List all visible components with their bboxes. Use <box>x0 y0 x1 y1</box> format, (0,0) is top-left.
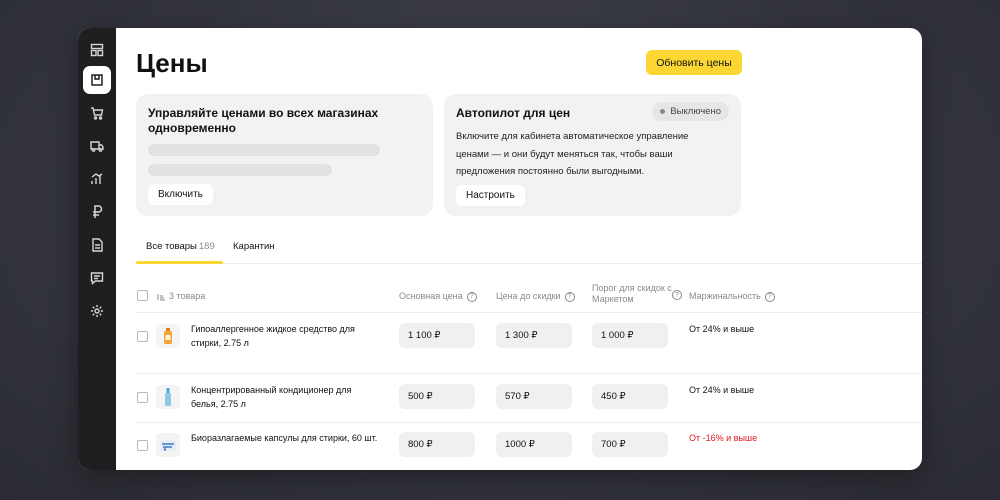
sidebar-item-prices[interactable] <box>83 66 111 94</box>
margin-value: От -16% и выше <box>689 433 758 443</box>
tabs: Все товары 189 Карантин <box>136 237 922 264</box>
autopilot-card-title: Автопилот для цен <box>456 106 571 120</box>
dashboard-icon <box>90 43 104 57</box>
tab-label: Карантин <box>233 241 275 252</box>
chat-icon <box>90 272 104 285</box>
column-label: Основная цена <box>399 291 463 301</box>
selection-count: 3 товара <box>169 291 206 301</box>
column-header-base-price: Основная цена? <box>399 291 477 302</box>
sidebar-item-delivery[interactable] <box>83 132 111 160</box>
column-label: Порог для скидок с Маркетом <box>592 283 672 304</box>
tab-label: Все товары <box>146 241 197 252</box>
column-label: Маржинальность <box>689 291 761 301</box>
box-icon <box>91 74 103 86</box>
margin-value: От 24% и выше <box>689 324 755 334</box>
ruble-icon <box>93 205 103 218</box>
gear-icon <box>91 305 103 317</box>
sidebar-item-analytics[interactable] <box>83 165 111 193</box>
discount-threshold-input[interactable]: 1 000 ₽ <box>592 323 668 348</box>
update-prices-button[interactable]: Обновить цены <box>646 50 742 75</box>
help-icon[interactable]: ? <box>564 291 575 302</box>
enable-button[interactable]: Включить <box>148 184 213 205</box>
help-icon[interactable]: ? <box>672 290 682 300</box>
cart-icon <box>91 107 104 120</box>
row-divider <box>136 312 922 313</box>
product-name[interactable]: Концентрированный кондиционер для белья,… <box>191 383 376 411</box>
status-dot-icon <box>660 109 666 114</box>
sidebar-item-finance[interactable] <box>83 198 111 226</box>
sidebar-item-dashboard[interactable] <box>83 36 111 64</box>
product-thumbnail[interactable] <box>156 324 180 348</box>
base-price-input[interactable]: 500 ₽ <box>399 384 475 409</box>
tab-quarantine[interactable]: Карантин <box>233 241 275 252</box>
price-before-discount-input[interactable]: 570 ₽ <box>496 384 572 409</box>
sort-icon <box>157 293 165 301</box>
configure-button[interactable]: Настроить <box>456 185 525 206</box>
active-tab-indicator <box>136 261 223 264</box>
sidebar-item-orders[interactable] <box>83 99 111 127</box>
base-price-input[interactable]: 1 100 ₽ <box>399 323 475 348</box>
sidebar-item-messages[interactable] <box>83 264 111 292</box>
conditioner-bottle-icon <box>165 388 171 406</box>
skeleton-line <box>148 164 332 176</box>
sidebar-item-documents[interactable] <box>83 231 111 259</box>
row-divider <box>136 373 922 374</box>
status-badge: Выключено <box>652 102 729 121</box>
product-thumbnail[interactable] <box>156 385 180 409</box>
price-before-discount-input[interactable]: 1000 ₽ <box>496 432 572 457</box>
select-all-checkbox[interactable] <box>137 290 148 301</box>
product-name[interactable]: Гипоаллергенное жидкое средство для стир… <box>191 322 376 350</box>
row-checkbox[interactable] <box>137 392 148 403</box>
main-content: Цены Обновить цены Управляйте ценами во … <box>116 28 922 470</box>
multistore-card: Управляйте ценами во всех магазинах одно… <box>136 94 433 216</box>
row-checkbox[interactable] <box>137 331 148 342</box>
product-name[interactable]: Биоразлагаемые капсулы для стирки, 60 шт… <box>191 431 391 445</box>
discount-threshold-input[interactable]: 700 ₽ <box>592 432 668 457</box>
autopilot-card: Автопилот для цен Выключено Включите для… <box>444 94 741 216</box>
page-title: Цены <box>136 48 208 78</box>
truck-icon <box>90 141 104 152</box>
base-price-input[interactable]: 800 ₽ <box>399 432 475 457</box>
skeleton-line <box>148 144 380 156</box>
column-header-price-before-discount: Цена до скидки? <box>496 291 575 302</box>
help-icon[interactable]: ? <box>764 291 775 302</box>
app-window: Цены Обновить цены Управляйте ценами во … <box>78 28 922 470</box>
margin-value: От 24% и выше <box>689 385 755 395</box>
autopilot-description: Включите для кабинета автоматическое упр… <box>456 131 689 177</box>
help-icon[interactable]: ? <box>466 291 477 302</box>
row-divider <box>136 422 922 423</box>
price-before-discount-input[interactable]: 1 300 ₽ <box>496 323 572 348</box>
discount-threshold-input[interactable]: 450 ₽ <box>592 384 668 409</box>
column-label: Цена до скидки <box>496 291 561 301</box>
multistore-card-title: Управляйте ценами во всех магазинах одно… <box>148 106 379 135</box>
detergent-bottle-icon <box>164 328 172 344</box>
capsules-box-icon <box>160 440 176 451</box>
tab-all-products[interactable]: Все товары 189 <box>146 241 215 252</box>
row-checkbox[interactable] <box>137 440 148 451</box>
sidebar-item-settings[interactable] <box>83 297 111 325</box>
product-thumbnail[interactable] <box>156 433 180 457</box>
column-header-margin: Маржинальность? <box>689 291 775 302</box>
selection-summary: 3 товара <box>157 291 205 302</box>
sidebar <box>78 28 116 470</box>
column-header-discount-threshold: Порог для скидок с Маркетом <box>592 283 672 305</box>
document-icon <box>92 238 103 252</box>
analytics-icon <box>91 173 103 184</box>
tab-count: 189 <box>198 241 215 252</box>
status-label: Выключено <box>670 106 721 117</box>
